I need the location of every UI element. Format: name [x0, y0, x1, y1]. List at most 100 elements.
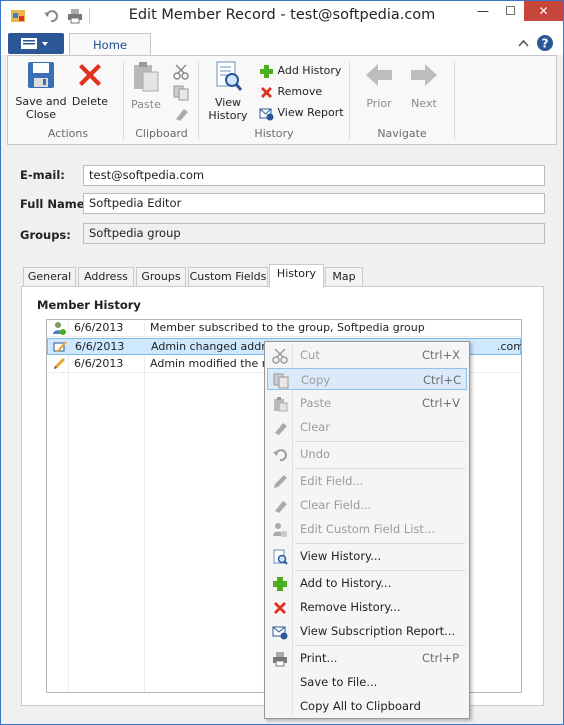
save-and-close-button[interactable]: Save and Close: [12, 60, 70, 121]
remove-button[interactable]: Remove: [259, 83, 322, 101]
menu-item-remove-history[interactable]: Remove History...: [267, 596, 467, 618]
paste-button[interactable]: Paste: [126, 60, 166, 111]
menu-label: Save to File...: [300, 675, 378, 689]
paste-label: Paste: [131, 98, 161, 111]
view-history-button[interactable]: View History: [205, 60, 251, 122]
delete-button[interactable]: Delete: [70, 60, 110, 108]
menu-item-clear[interactable]: Clear: [267, 416, 467, 438]
context-menu: Cut Ctrl+X Copy Ctrl+C Paste Ctrl+V Clea…: [264, 341, 470, 719]
print-icon: [273, 652, 287, 667]
copy-icon[interactable]: [173, 85, 189, 101]
prior-button[interactable]: Prior: [360, 60, 398, 110]
menu-item-copy[interactable]: Copy Ctrl+C: [267, 368, 467, 390]
menu-shortcut: Ctrl+C: [423, 373, 462, 387]
grid-divider: [68, 320, 69, 692]
menu-label: Edit Custom Field List...: [300, 522, 435, 536]
menu-item-edit-custom-field-list[interactable]: Edit Custom Field List...: [267, 518, 467, 540]
table-row[interactable]: 6/6/2013 Member subscribed to the group,…: [47, 320, 521, 337]
close-button[interactable]: ✕: [524, 1, 563, 21]
menu-item-view-history[interactable]: View History...: [267, 545, 467, 567]
row-date: 6/6/2013: [74, 321, 124, 334]
menu-item-view-subscription-report[interactable]: View Subscription Report...: [267, 620, 467, 642]
menu-shortcut: Ctrl+V: [422, 396, 460, 410]
fullname-label: Full Name:: [20, 197, 90, 211]
ribbon-separator: [454, 62, 455, 140]
tab-general[interactable]: General: [23, 267, 76, 287]
delete-label: Delete: [71, 95, 109, 108]
group-label-actions: Actions: [47, 127, 89, 140]
menu-label: Clear: [300, 420, 331, 434]
menu-separator: [295, 570, 465, 571]
cut-icon[interactable]: [173, 64, 189, 80]
svg-text:?: ?: [542, 37, 549, 51]
eraser-icon: [275, 423, 287, 435]
maximize-button[interactable]: ☐: [497, 1, 524, 21]
eraser-icon[interactable]: [173, 106, 189, 122]
edit-address-icon: [53, 341, 67, 353]
menu-label: View Subscription Report...: [300, 624, 456, 638]
menu-label: Edit Field...: [300, 474, 364, 488]
row-description: Member subscribed to the group, Softpedi…: [150, 321, 425, 334]
tab-home[interactable]: Home: [69, 33, 151, 56]
groups-label: Groups:: [20, 228, 71, 242]
add-icon: [260, 64, 273, 78]
add-history-label: Add History: [277, 64, 342, 77]
tab-custom-fields[interactable]: Custom Fields: [188, 267, 268, 287]
add-icon: [273, 577, 287, 591]
menu-shortcut: Ctrl+X: [422, 348, 460, 362]
row-date: 6/6/2013: [74, 357, 124, 370]
menu-item-save-to-file[interactable]: Save to File...: [267, 671, 467, 693]
row-description-tail: .com: [497, 340, 522, 353]
tab-address[interactable]: Address: [78, 267, 134, 287]
tab-groups[interactable]: Groups: [136, 267, 186, 287]
pencil-icon: [54, 358, 65, 369]
menu-shortcut: Ctrl+P: [422, 651, 460, 665]
tab-map[interactable]: Map: [325, 267, 363, 287]
report-icon: [272, 626, 288, 640]
menu-label: Cut: [300, 348, 320, 362]
arrow-left-icon: [366, 64, 392, 86]
member-history-title: Member History: [37, 298, 141, 312]
menu-label: Paste: [300, 396, 332, 410]
view-report-label: View Report: [277, 106, 344, 119]
email-label: E-mail:: [20, 168, 65, 182]
menu-item-edit-field[interactable]: Edit Field...: [267, 470, 467, 492]
menu-icon: [21, 38, 48, 49]
email-field[interactable]: test@softpedia.com: [83, 165, 545, 186]
menu-item-paste[interactable]: Paste Ctrl+V: [267, 392, 467, 414]
menu-item-cut[interactable]: Cut Ctrl+X: [267, 344, 467, 366]
menu-label: Remove History...: [300, 600, 401, 614]
next-button[interactable]: Next: [405, 60, 443, 110]
menu-item-copy-all-to-clipboard[interactable]: Copy All to Clipboard: [267, 695, 467, 717]
row-date: 6/6/2013: [75, 340, 125, 353]
menu-item-print[interactable]: Print... Ctrl+P: [267, 647, 467, 669]
fullname-field[interactable]: Softpedia Editor: [83, 193, 545, 214]
collapse-ribbon-icon[interactable]: [518, 39, 529, 47]
help-icon[interactable]: ?: [536, 34, 554, 52]
title-bar: Edit Member Record - test@softpedia.com …: [1, 1, 563, 31]
menu-item-clear-field[interactable]: Clear Field...: [267, 494, 467, 516]
pencil-icon: [274, 475, 287, 488]
menu-label: View History...: [300, 549, 382, 563]
groups-field: Softpedia group: [83, 223, 545, 244]
cut-icon: [272, 348, 288, 364]
menu-label: Add to History...: [300, 576, 392, 590]
menu-item-add-to-history[interactable]: Add to History...: [267, 572, 467, 594]
file-menu-button[interactable]: [8, 33, 64, 54]
save-icon: [28, 62, 54, 88]
tab-history[interactable]: History: [269, 264, 324, 288]
menu-separator: [295, 645, 465, 646]
add-history-button[interactable]: Add History: [259, 62, 341, 80]
menu-item-undo[interactable]: Undo: [267, 443, 467, 465]
menu-separator: [295, 468, 465, 469]
menu-label: Copy All to Clipboard: [300, 699, 421, 713]
edit-member-window: Edit Member Record - test@softpedia.com …: [0, 0, 564, 725]
save-and-close-label: Save and Close: [15, 95, 67, 121]
minimize-button[interactable]: —: [469, 1, 497, 21]
view-history-label: View History: [208, 96, 248, 122]
view-report-button[interactable]: View Report: [259, 104, 344, 122]
remove-label: Remove: [277, 85, 323, 98]
undo-icon: [273, 449, 287, 462]
grid-divider: [144, 320, 145, 692]
view-history-icon: [273, 549, 288, 565]
